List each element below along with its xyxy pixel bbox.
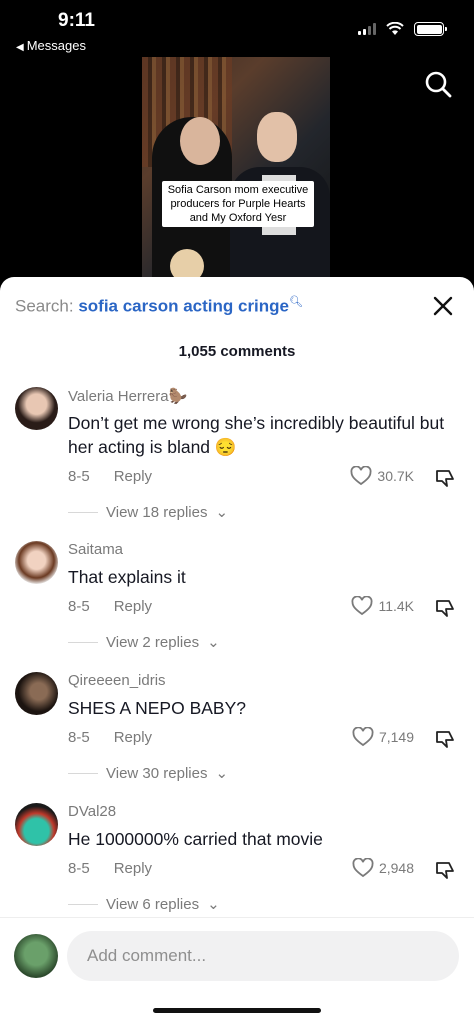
comment-date: 8-5 [68,729,90,746]
reply-button[interactable]: Reply [114,598,152,615]
comment-author[interactable]: DVal28 [68,803,116,820]
signal-icon [358,23,376,35]
comment-meta: 8-5 Reply [68,468,152,485]
video-caption: Sofia Carson mom executive producers for… [162,181,314,227]
home-indicator [153,1008,321,1013]
comment-input[interactable]: Add comment... [67,931,459,981]
search-icon[interactable] [424,70,452,98]
comments-sheet: Search: sofia carson acting cringe🔍︎ 1,0… [0,277,474,1024]
query-search-icon: 🔍︎ [289,296,303,308]
comment-text: SHES A NEPO BABY? [68,698,246,718]
search-label: Search: [15,296,74,316]
chevron-down-icon: ⌄ [215,765,229,782]
like-button[interactable]: 30.7K [350,466,414,486]
view-replies[interactable]: View 18 replies ⌄ [68,503,228,521]
my-avatar[interactable] [14,934,58,978]
avatar[interactable] [15,803,58,846]
dislike-icon[interactable] [434,597,456,619]
comment-text: That explains it [68,567,186,587]
comment-date: 8-5 [68,468,90,485]
heart-icon [352,727,374,747]
comment-author[interactable]: Valeria Herrera🦫 [68,387,187,405]
chevron-down-icon: ⌄ [215,504,229,521]
like-count: 30.7K [377,468,414,484]
video-thumbnail[interactable] [142,57,330,279]
battery-icon [414,22,447,36]
back-app-label: Messages [26,38,86,53]
comment-meta: 8-5 Reply [68,860,152,877]
avatar[interactable] [15,541,58,584]
dislike-icon[interactable] [434,728,456,750]
chevron-down-icon: ⌄ [207,896,220,913]
view-replies[interactable]: View 6 replies ⌄ [68,895,220,913]
comment-meta: 8-5 Reply [68,729,152,746]
view-replies[interactable]: View 2 replies ⌄ [68,633,220,651]
avatar[interactable] [15,387,58,430]
chevron-down-icon: ⌄ [207,634,220,651]
comments-count: 1,055 comments [178,343,296,360]
status-time: 9:11 [58,10,95,31]
close-icon[interactable] [432,295,454,317]
comment-text: Don’t get me wrong she’s incredibly beau… [68,413,445,457]
comment-text: He 1000000% carried that movie [68,829,323,849]
back-arrow-icon: ◀ [16,42,24,53]
view-replies[interactable]: View 30 replies ⌄ [68,764,228,782]
like-button[interactable]: 11.4K [351,596,414,616]
comment-date: 8-5 [68,860,90,877]
like-count: 7,149 [378,729,414,745]
status-icons [358,22,447,36]
reply-button[interactable]: Reply [114,729,152,746]
search-row[interactable]: Search: sofia carson acting cringe🔍︎ [15,295,303,317]
comment-author[interactable]: Saitama [68,541,123,558]
avatar[interactable] [15,672,58,715]
like-count: 2,948 [378,860,414,876]
like-button[interactable]: 7,149 [352,727,414,747]
reply-button[interactable]: Reply [114,468,152,485]
comment-date: 8-5 [68,598,90,615]
search-query[interactable]: sofia carson acting cringe [78,297,289,316]
like-count: 11.4K [378,598,414,614]
comment-placeholder: Add comment... [87,946,207,965]
comment-author[interactable]: Qireeeen_idris [68,672,166,689]
wifi-icon [386,22,404,35]
dislike-icon[interactable] [434,859,456,881]
back-to-messages[interactable]: ◀ Messages [16,38,86,53]
comment-meta: 8-5 Reply [68,598,152,615]
reply-button[interactable]: Reply [114,860,152,877]
like-button[interactable]: 2,948 [352,858,414,878]
status-bar: 9:11 ◀ Messages [0,0,474,60]
heart-icon [352,858,374,878]
dislike-icon[interactable] [434,467,456,489]
heart-icon [350,466,372,486]
heart-icon [351,596,373,616]
